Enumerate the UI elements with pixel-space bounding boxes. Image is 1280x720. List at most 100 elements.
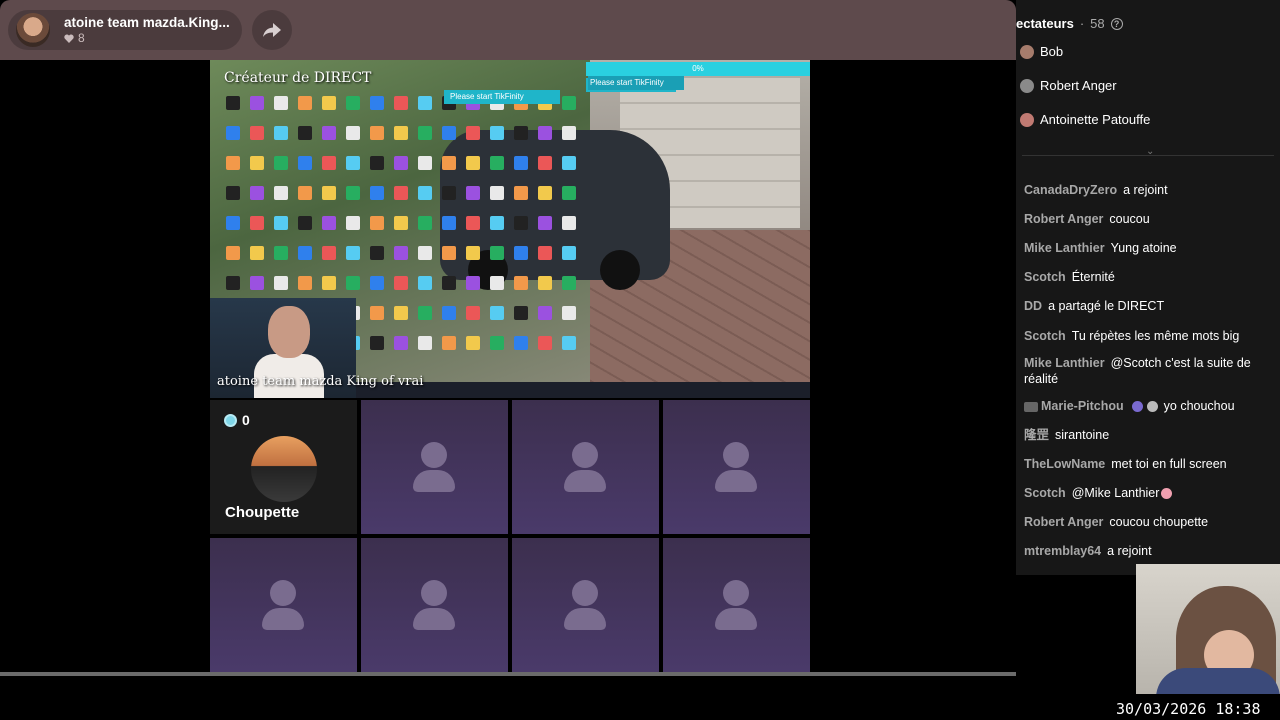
viewers-title: ectateurs [1016, 16, 1074, 31]
taskbar-strip [356, 382, 810, 398]
desktop-icon [562, 306, 576, 320]
desktop-icon [490, 186, 504, 200]
desktop-icon [514, 156, 528, 170]
desktop-icon [490, 246, 504, 260]
desktop-icon [514, 276, 528, 290]
desktop-icon [538, 216, 552, 230]
desktop-icon [442, 336, 456, 350]
chat-username[interactable]: mtremblay64 [1024, 544, 1101, 558]
empty-guest-slot[interactable] [361, 538, 508, 672]
user-placeholder-icon [715, 608, 757, 630]
chat-username[interactable]: Scotch [1024, 329, 1066, 343]
desktop-icon [346, 276, 360, 290]
desktop-icon [562, 186, 576, 200]
viewers-header[interactable]: ectateurs · 58 ? [1016, 16, 1123, 31]
desktop-icon [538, 336, 552, 350]
chat-username[interactable]: Scotch [1024, 486, 1066, 500]
chat-username[interactable]: Robert Anger [1024, 515, 1103, 529]
desktop-icon [538, 156, 552, 170]
chat-text: met toi en full screen [1111, 457, 1227, 471]
desktop-icon [250, 216, 264, 230]
chat-text: coucou [1109, 212, 1150, 226]
desktop-icon [322, 276, 336, 290]
user-placeholder-icon [421, 442, 447, 468]
chat-username[interactable]: DD [1024, 299, 1042, 313]
chat-text: coucou choupette [1109, 515, 1209, 529]
live-room: atoine team mazda.King... 8 0% 0% Please… [0, 0, 1280, 720]
host-name[interactable]: atoine team mazda.King... [64, 15, 230, 30]
viewers-count: 58 [1090, 16, 1105, 31]
desktop-icon [370, 156, 384, 170]
desktop-icon [466, 246, 480, 260]
viewers-dot: · [1079, 16, 1085, 31]
desktop-icon [250, 246, 264, 260]
chat-username[interactable]: 隆罡 [1024, 428, 1049, 442]
desktop-icon [418, 126, 432, 140]
desktop-icon [418, 216, 432, 230]
desktop-icon [226, 276, 240, 290]
empty-guest-slot[interactable] [512, 538, 659, 672]
creator-label: Créateur de DIRECT [224, 70, 372, 86]
desktop-icon [442, 156, 456, 170]
desktop-icon [250, 186, 264, 200]
likes-count: 8 [78, 31, 85, 45]
guest-avatar[interactable] [251, 436, 317, 502]
host-avatar[interactable] [16, 13, 50, 47]
viewer-item[interactable]: Bob [1020, 44, 1063, 59]
desktop-icon [250, 276, 264, 290]
desktop-icon [346, 186, 360, 200]
desktop-icon [274, 216, 288, 230]
desktop-icon [514, 306, 528, 320]
chat-message: DD a partagé le DIRECT [1024, 298, 1274, 314]
chat-username[interactable]: Marie-Pitchou [1041, 399, 1124, 413]
desktop-icon [322, 186, 336, 200]
host-stream-video[interactable]: 0% 0% Please start TikFinity Please star… [210, 60, 810, 398]
viewer-item[interactable]: Robert Anger [1020, 78, 1117, 93]
empty-guest-slot[interactable] [663, 400, 810, 534]
user-placeholder-icon [270, 580, 296, 606]
coin-icon [224, 413, 237, 427]
desktop-icon [466, 186, 480, 200]
desktop-icon [370, 186, 384, 200]
video-progress-bar[interactable] [0, 672, 1016, 676]
desktop-icon [322, 96, 336, 110]
desktop-icon [298, 246, 312, 260]
desktop-icon [442, 186, 456, 200]
guest-tile-choupette[interactable]: 0 Choupette [210, 400, 357, 534]
desktop-icon [418, 336, 432, 350]
desktop-icon [322, 156, 336, 170]
desktop-icon [346, 126, 360, 140]
desktop-icon [346, 246, 360, 260]
desktop-icon [274, 186, 288, 200]
host-info[interactable]: atoine team mazda.King... 8 [8, 10, 242, 50]
empty-guest-slot[interactable] [361, 400, 508, 534]
chat-username[interactable]: Mike Lanthier [1024, 241, 1105, 255]
empty-guest-slot[interactable] [663, 538, 810, 672]
desktop-icon [226, 246, 240, 260]
chat-message: Marie-Pitchou yo chouchou [1024, 398, 1274, 414]
desktop-icon [346, 216, 360, 230]
desktop-icon [250, 96, 264, 110]
share-button[interactable] [252, 10, 292, 50]
desktop-icon [442, 276, 456, 290]
chat-text: a rejoint [1123, 183, 1168, 197]
viewer-item[interactable]: Antoinette Patouffe [1020, 112, 1150, 127]
chat-username[interactable]: Scotch [1024, 270, 1066, 284]
desktop-icon [562, 126, 576, 140]
desktop-icon [370, 246, 384, 260]
question-circle-icon[interactable]: ? [1110, 17, 1123, 30]
empty-guest-slot[interactable] [210, 538, 357, 672]
share-arrow-icon [263, 23, 281, 37]
chat-username[interactable]: TheLowName [1024, 457, 1105, 471]
desktop-icon [466, 336, 480, 350]
desktop-icon [562, 246, 576, 260]
chat-username[interactable]: Mike Lanthier [1024, 356, 1105, 370]
chat-username[interactable]: Robert Anger [1024, 212, 1103, 226]
desktop-icon [226, 126, 240, 140]
chat-username[interactable]: CanadaDryZero [1024, 183, 1117, 197]
user-placeholder-icon [572, 580, 598, 606]
desktop-icon [250, 126, 264, 140]
desktop-icon [490, 216, 504, 230]
empty-guest-slot[interactable] [512, 400, 659, 534]
desktop-icon [538, 306, 552, 320]
